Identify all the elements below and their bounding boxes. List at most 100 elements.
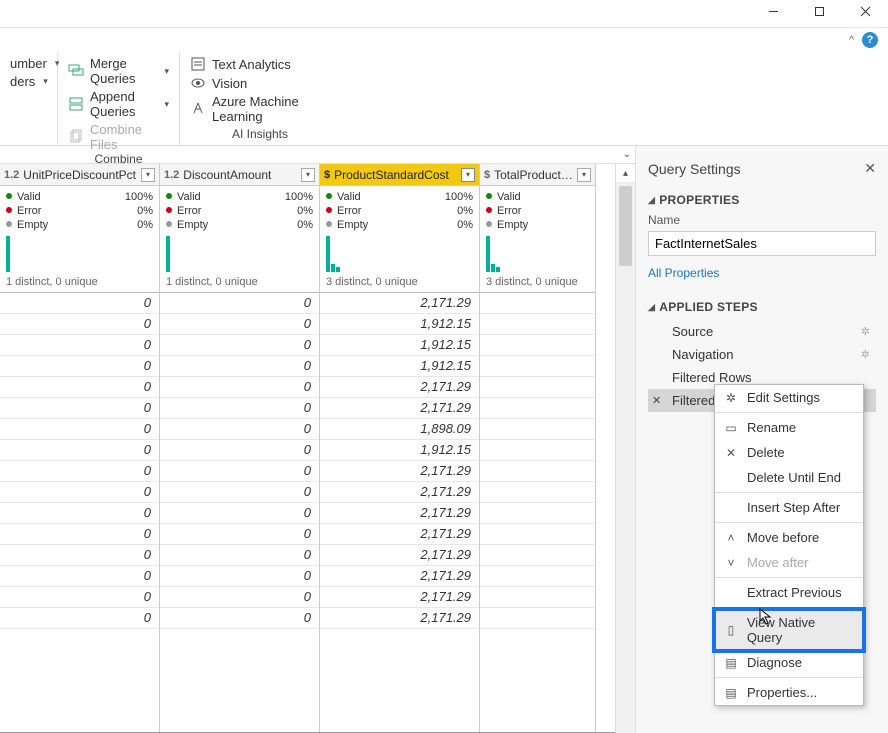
scrollbar-thumb[interactable]: [619, 186, 632, 266]
formula-bar-dropdown[interactable]: ⌄: [0, 146, 635, 164]
grid-cell[interactable]: 2,171.29: [320, 461, 479, 482]
grid-cell[interactable]: 0: [0, 524, 159, 545]
grid-cell[interactable]: 0: [0, 482, 159, 503]
grid-cell[interactable]: 2,171.29: [320, 398, 479, 419]
append-queries-button[interactable]: Append Queries▾: [68, 89, 169, 119]
grid-cell[interactable]: 0: [0, 545, 159, 566]
grid-cell[interactable]: [480, 608, 595, 629]
grid-cell[interactable]: 0: [160, 335, 319, 356]
grid-cell[interactable]: 0: [0, 566, 159, 587]
azure-ml-button[interactable]: Azure Machine Learning: [190, 94, 330, 124]
applied-step-item[interactable]: Source✲: [648, 320, 876, 343]
grid-cell[interactable]: [480, 503, 595, 524]
grid-cell[interactable]: 0: [0, 335, 159, 356]
grid-cell[interactable]: 0: [160, 545, 319, 566]
grid-cell[interactable]: 2,171.29: [320, 524, 479, 545]
grid-cell[interactable]: 1,912.15: [320, 314, 479, 335]
grid-cell[interactable]: [480, 587, 595, 608]
grid-cell[interactable]: [480, 356, 595, 377]
grid-cell[interactable]: 1,912.15: [320, 440, 479, 461]
menu-move-before[interactable]: ˄Move before: [715, 525, 863, 550]
grid-cell[interactable]: [480, 398, 595, 419]
grid-cell[interactable]: [480, 293, 595, 314]
ribbon-number-button[interactable]: umber▾: [10, 56, 47, 71]
vision-button[interactable]: Vision: [190, 75, 330, 91]
ribbon-ders-button[interactable]: ders▾: [10, 74, 47, 89]
grid-cell[interactable]: 2,171.29: [320, 566, 479, 587]
grid-cell[interactable]: [480, 377, 595, 398]
scroll-up-arrow[interactable]: ▴: [616, 164, 635, 182]
grid-cell[interactable]: 0: [160, 524, 319, 545]
window-maximize-button[interactable]: [796, 0, 842, 22]
column-filter-button[interactable]: ▾: [301, 168, 315, 182]
window-close-button[interactable]: [842, 0, 888, 22]
grid-cell[interactable]: 0: [160, 293, 319, 314]
menu-rename[interactable]: ▭Rename: [715, 415, 863, 440]
grid-cell[interactable]: 0: [0, 377, 159, 398]
grid-cell[interactable]: 2,171.29: [320, 608, 479, 629]
grid-cell[interactable]: 2,171.29: [320, 482, 479, 503]
step-delete-icon[interactable]: ✕: [652, 394, 661, 407]
grid-cell[interactable]: 0: [0, 419, 159, 440]
applied-step-item[interactable]: Navigation✲: [648, 343, 876, 366]
menu-delete-until-end[interactable]: Delete Until End: [715, 465, 863, 490]
grid-cell[interactable]: 1,912.15: [320, 335, 479, 356]
menu-extract-previous[interactable]: Extract Previous: [715, 580, 863, 605]
grid-cell[interactable]: 2,171.29: [320, 545, 479, 566]
step-settings-icon[interactable]: ✲: [861, 325, 870, 338]
grid-cell[interactable]: 0: [160, 503, 319, 524]
help-icon[interactable]: ?: [862, 32, 878, 48]
grid-cell[interactable]: 1,898.09: [320, 419, 479, 440]
data-grid[interactable]: 1.2UnitPriceDiscountPct▾Valid100%Error0%…: [0, 164, 615, 733]
column-header[interactable]: $ProductStandardCost▾: [320, 164, 479, 186]
grid-cell[interactable]: 0: [160, 377, 319, 398]
grid-cell[interactable]: 0: [160, 587, 319, 608]
menu-edit-settings[interactable]: ✲Edit Settings: [715, 385, 863, 410]
pane-close-button[interactable]: ✕: [864, 160, 876, 177]
grid-cell[interactable]: 0: [160, 356, 319, 377]
grid-cell[interactable]: 0: [160, 608, 319, 629]
grid-cell[interactable]: 2,171.29: [320, 587, 479, 608]
vertical-scrollbar[interactable]: ▴: [615, 164, 635, 733]
grid-cell[interactable]: 0: [0, 440, 159, 461]
grid-cell[interactable]: 0: [0, 356, 159, 377]
grid-cell[interactable]: 0: [160, 314, 319, 335]
grid-cell[interactable]: 0: [0, 314, 159, 335]
column-filter-button[interactable]: ▾: [461, 168, 475, 182]
text-analytics-button[interactable]: Text Analytics: [190, 56, 330, 72]
column-filter-button[interactable]: ▾: [577, 168, 591, 182]
menu-view-native-query[interactable]: ▯View Native Query: [715, 610, 863, 650]
window-minimize-button[interactable]: [750, 0, 796, 22]
grid-cell[interactable]: 0: [0, 398, 159, 419]
grid-cell[interactable]: 0: [0, 608, 159, 629]
menu-insert-step-after[interactable]: Insert Step After: [715, 495, 863, 520]
grid-cell[interactable]: 0: [0, 293, 159, 314]
grid-cell[interactable]: [480, 419, 595, 440]
grid-cell[interactable]: 0: [160, 440, 319, 461]
menu-properties[interactable]: ▤Properties...: [715, 680, 863, 705]
grid-cell[interactable]: 0: [0, 461, 159, 482]
grid-cell[interactable]: [480, 440, 595, 461]
grid-cell[interactable]: 0: [160, 482, 319, 503]
menu-delete[interactable]: ✕Delete: [715, 440, 863, 465]
grid-cell[interactable]: 0: [160, 566, 319, 587]
merge-queries-button[interactable]: Merge Queries▾: [68, 56, 169, 86]
menu-diagnose[interactable]: ▤Diagnose: [715, 650, 863, 675]
column-filter-button[interactable]: ▾: [141, 168, 155, 182]
grid-cell[interactable]: 1,912.15: [320, 356, 479, 377]
grid-cell[interactable]: [480, 461, 595, 482]
grid-cell[interactable]: [480, 314, 595, 335]
query-name-input[interactable]: [648, 231, 876, 256]
grid-cell[interactable]: 0: [0, 587, 159, 608]
collapse-ribbon-button[interactable]: ^: [849, 35, 854, 46]
grid-cell[interactable]: 2,171.29: [320, 503, 479, 524]
all-properties-link[interactable]: All Properties: [648, 266, 876, 280]
grid-cell[interactable]: 0: [160, 398, 319, 419]
grid-cell[interactable]: [480, 566, 595, 587]
grid-cell[interactable]: [480, 524, 595, 545]
grid-cell[interactable]: [480, 545, 595, 566]
grid-cell[interactable]: 2,171.29: [320, 293, 479, 314]
grid-cell[interactable]: 0: [160, 461, 319, 482]
step-settings-icon[interactable]: ✲: [861, 348, 870, 361]
grid-cell[interactable]: 0: [160, 419, 319, 440]
